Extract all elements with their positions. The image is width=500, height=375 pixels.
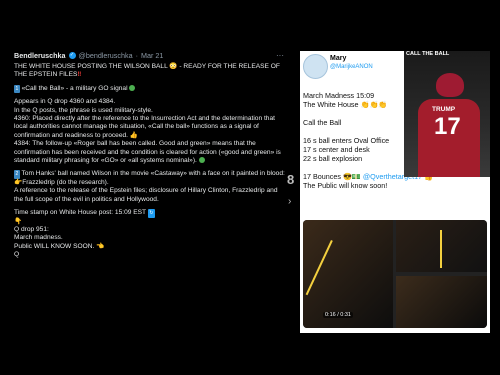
football-player-image: CALL THE BALL TRUMP 17	[404, 51, 490, 177]
video-timestamp: 0:16 / 0:31	[323, 312, 353, 318]
green-circle-icon	[198, 157, 205, 164]
pointing-down-icon: 👇	[14, 217, 23, 225]
tweet-headline: THE WHITE HOUSE POSTING THE WILSON BALL …	[14, 63, 280, 79]
avatar[interactable]	[303, 54, 328, 79]
screenshot-post: Mary @MarijkeANON March Madness 15:09 Th…	[300, 51, 490, 333]
post-line-16s: 16 s ball enters Oval Office	[303, 136, 390, 145]
post-line-22s: 22 s ball explosion	[303, 154, 363, 163]
post-text: March Madness 15:09 The White House 👏👏👏 …	[303, 91, 433, 199]
q-signature: Q	[14, 251, 20, 259]
verified-icon: ✓	[68, 52, 76, 59]
helmet-shape	[436, 73, 464, 97]
yellow-arrow-icon	[440, 230, 442, 268]
video-collage[interactable]: 0:16 / 0:31	[303, 220, 487, 328]
chevron-right-icon: ›	[288, 196, 292, 207]
section1-title: «Call the Ball» - a military GO signal	[21, 84, 128, 92]
timestamp-line: Time stamp on White House post: 15:09 ES…	[14, 209, 146, 217]
public-line: Public WILL KNOW SOON. 👈	[14, 242, 105, 250]
jersey-name: TRUMP	[432, 106, 456, 113]
post-author-handle[interactable]: @MarijkeANON	[330, 64, 373, 70]
keycap-1-icon: 1	[14, 84, 20, 94]
section1-p1: Appears in Q drop 4360 and 4384.	[14, 98, 116, 106]
tweet-body: THE WHITE HOUSE POSTING THE WILSON BALL …	[14, 63, 286, 260]
repeat-icon: ↻	[147, 209, 155, 218]
clap-icon: 👏👏👏	[360, 100, 388, 109]
section1-p3: 4360: Placed directly after the referenc…	[14, 115, 275, 139]
post-line-17s: 17 s center and desk	[303, 145, 370, 154]
post-line-whitehouse: The White House	[303, 100, 359, 109]
double-exclamation-icon: ‼	[77, 71, 82, 79]
green-circle-icon	[129, 84, 136, 91]
section1-p4: 4384: The follow-up «Roger ball has been…	[14, 140, 281, 165]
march-madness-line: March madness.	[14, 234, 63, 242]
tweet-panel: Bendleruschka ✓ @bendleruschka · Mar 21 …	[14, 51, 286, 334]
qdrop-label: Q drop 951:	[14, 225, 49, 233]
tweet-author-handle[interactable]: @bendleruschka	[79, 51, 133, 60]
post-public: The Public will know soon!	[303, 181, 388, 190]
money-face-icon: 😎💵	[342, 172, 361, 181]
video-tile-3[interactable]	[396, 276, 487, 328]
post-bounces: 17 Bounces	[303, 172, 341, 181]
more-options-icon[interactable]: ···	[276, 51, 284, 60]
jersey-number: 17	[434, 113, 461, 140]
photo-caption: CALL THE BALL	[406, 51, 450, 57]
post-call-ball: Call the Ball	[303, 118, 342, 127]
dot-separator: ·	[135, 51, 138, 60]
tweet-header: Bendleruschka ✓ @bendleruschka · Mar 21 …	[14, 51, 286, 60]
section1-p2: In the Q posts, the phrase is used milit…	[14, 106, 153, 114]
keycap-2-icon: 2	[14, 170, 20, 179]
separator-glyph: 8	[287, 172, 295, 187]
post-line-march: March Madness 15:09	[303, 91, 375, 100]
section2-p2: A reference to the release of the Epstei…	[14, 187, 278, 203]
tweet-date[interactable]: Mar 21	[141, 51, 163, 60]
section2-title: Tom Hanks' ball named Wilson in the movi…	[21, 170, 285, 178]
post-author-name[interactable]: Mary	[330, 55, 346, 62]
tweet-author-name[interactable]: Bendleruschka	[14, 51, 66, 60]
section2-p1: 👉Frazzledrip (do the research).	[14, 178, 109, 186]
